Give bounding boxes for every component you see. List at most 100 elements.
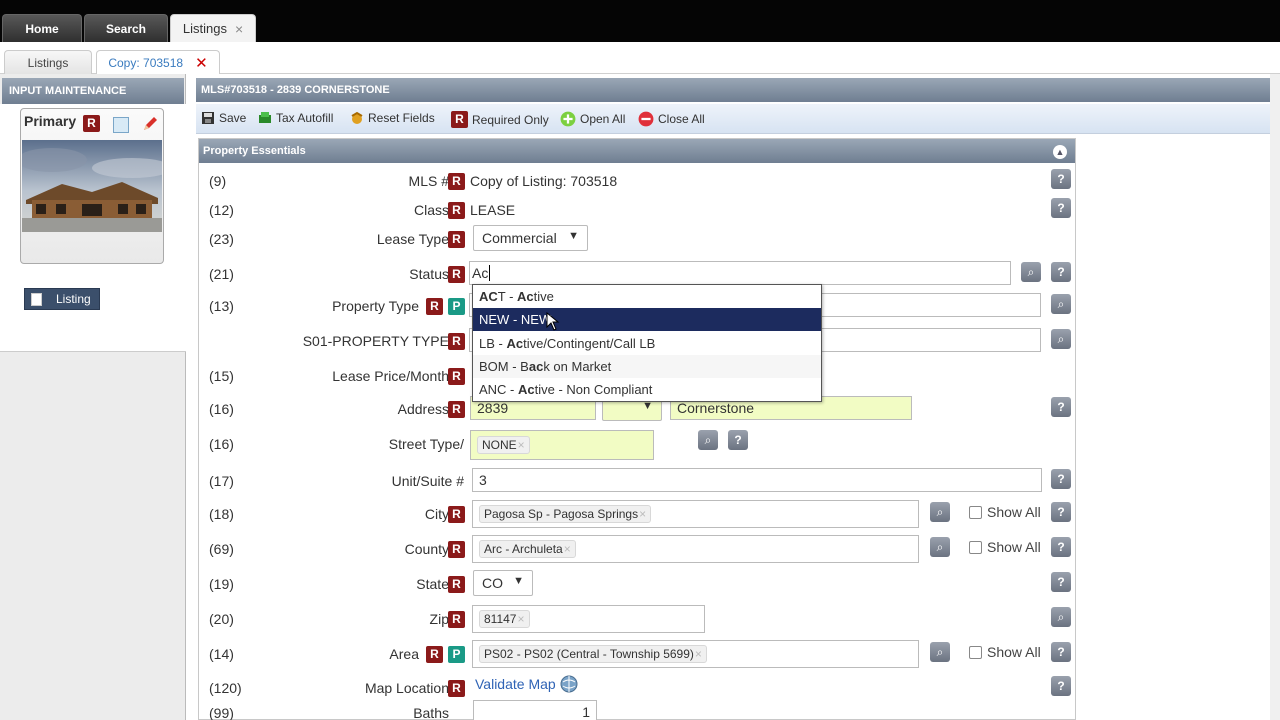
class-value: LEASE bbox=[470, 202, 516, 218]
status-option-anc[interactable]: ANC - Active - Non Compliant bbox=[473, 378, 821, 401]
gallery-icon[interactable] bbox=[113, 117, 129, 133]
status-autocomplete-dropdown: ACT - Active NEW - NEW LB - Active/Conti… bbox=[472, 284, 822, 402]
checkbox-icon[interactable] bbox=[969, 505, 982, 519]
remove-tag-icon[interactable]: × bbox=[639, 507, 646, 521]
collapse-icon[interactable]: ▲ bbox=[1053, 145, 1067, 159]
remove-tag-icon[interactable]: × bbox=[517, 612, 524, 626]
primary-photo-card[interactable]: Primary R bbox=[20, 108, 164, 264]
pencil-icon[interactable] bbox=[141, 115, 159, 133]
county-tag[interactable]: Arc - Archuleta× bbox=[479, 540, 576, 558]
section-header[interactable]: Property Essentials ▲ bbox=[199, 139, 1075, 163]
open-all-button[interactable]: Open All bbox=[560, 111, 625, 127]
city-tag[interactable]: Pagosa Sp - Pagosa Springs× bbox=[479, 505, 652, 523]
status-input[interactable]: Ac bbox=[469, 261, 1011, 285]
street-type-tag[interactable]: NONE× bbox=[477, 436, 530, 454]
help-icon[interactable]: ? bbox=[1051, 262, 1071, 282]
reset-fields-button[interactable]: Reset Fields bbox=[350, 111, 435, 125]
lease-type-select[interactable]: Commercial ▼ bbox=[473, 225, 588, 251]
tab-home[interactable]: Home bbox=[2, 14, 82, 42]
baths-input[interactable]: 1 bbox=[473, 700, 597, 720]
city-show-all-checkbox[interactable]: Show All bbox=[969, 504, 1041, 520]
remove-tag-icon[interactable]: × bbox=[695, 647, 702, 661]
field-label: Lease Price/Month bbox=[332, 368, 449, 384]
validate-map-link[interactable]: Validate Map bbox=[475, 676, 556, 692]
search-icon[interactable]: ⌕ bbox=[930, 537, 950, 557]
globe-icon[interactable] bbox=[559, 674, 579, 694]
search-icon[interactable]: ⌕ bbox=[1021, 262, 1041, 282]
subtab-copy[interactable]: Copy: 703518 ✕ bbox=[96, 50, 220, 74]
listing-nav-button[interactable]: Listing bbox=[24, 288, 100, 310]
required-badge: R bbox=[448, 368, 465, 385]
street-type-input[interactable]: NONE× bbox=[470, 430, 654, 460]
close-icon[interactable]: × bbox=[235, 21, 243, 37]
area-show-all-checkbox[interactable]: Show All bbox=[969, 644, 1041, 660]
status-option-act[interactable]: ACT - Active bbox=[473, 285, 821, 308]
tab-home-label: Home bbox=[25, 21, 59, 36]
required-badge: R bbox=[448, 333, 465, 350]
row-address: (16) Address R 2839 ▼ Cornerstone ? bbox=[199, 395, 1075, 431]
help-icon[interactable]: ? bbox=[728, 430, 748, 450]
search-icon[interactable]: ⌕ bbox=[698, 430, 718, 450]
city-input[interactable]: Pagosa Sp - Pagosa Springs× bbox=[472, 500, 919, 528]
state-select[interactable]: CO ▼ bbox=[473, 570, 533, 596]
field-label: Status bbox=[409, 266, 449, 282]
help-icon[interactable]: ? bbox=[1051, 676, 1071, 696]
option-text: T - bbox=[497, 289, 518, 304]
option-text: tive bbox=[533, 289, 554, 304]
help-icon[interactable]: ? bbox=[1051, 537, 1071, 557]
tax-autofill-button[interactable]: Tax Autofill bbox=[258, 111, 333, 125]
field-label: County bbox=[404, 541, 449, 557]
zip-input[interactable]: 81147× bbox=[472, 605, 705, 633]
tab-listings[interactable]: Listings × bbox=[170, 14, 256, 42]
required-badge: R bbox=[426, 298, 443, 315]
mouse-pointer-icon bbox=[546, 312, 560, 331]
status-option-lb[interactable]: LB - Active/Contingent/Call LB bbox=[473, 332, 821, 355]
chevron-down-icon: ▼ bbox=[568, 230, 579, 242]
help-icon[interactable]: ? bbox=[1051, 397, 1071, 417]
close-icon[interactable]: ✕ bbox=[195, 54, 208, 72]
save-button[interactable]: Save bbox=[201, 111, 246, 125]
tab-search[interactable]: Search bbox=[84, 14, 168, 42]
unit-input[interactable]: 3 bbox=[472, 468, 1042, 492]
search-icon[interactable]: ⌕ bbox=[1051, 329, 1071, 349]
field-number: (14) bbox=[209, 646, 234, 662]
subtab-listings[interactable]: Listings bbox=[4, 50, 92, 74]
tag-text: Pagosa Sp - Pagosa Springs bbox=[484, 507, 639, 521]
state-value: CO bbox=[482, 575, 503, 591]
public-badge: P bbox=[448, 646, 465, 663]
option-match: Ac bbox=[518, 382, 535, 397]
field-number: (17) bbox=[209, 473, 234, 489]
close-all-button[interactable]: Close All bbox=[638, 111, 705, 127]
zip-tag[interactable]: 81147× bbox=[479, 610, 530, 628]
tax-autofill-icon bbox=[259, 112, 271, 123]
search-icon[interactable]: ⌕ bbox=[930, 502, 950, 522]
checkbox-icon[interactable] bbox=[969, 540, 982, 554]
help-icon[interactable]: ? bbox=[1051, 169, 1071, 189]
page-scrollbar[interactable] bbox=[1270, 74, 1280, 720]
remove-tag-icon[interactable]: × bbox=[564, 542, 571, 556]
option-text: NEW - NEW bbox=[479, 312, 552, 327]
required-only-button[interactable]: R Required Only bbox=[451, 111, 549, 128]
help-icon[interactable]: ? bbox=[1051, 642, 1071, 662]
help-icon[interactable]: ? bbox=[1051, 572, 1071, 592]
status-option-bom[interactable]: BOM - Back on Market bbox=[473, 355, 821, 378]
search-icon[interactable]: ⌕ bbox=[930, 642, 950, 662]
status-option-new[interactable]: NEW - NEW bbox=[473, 308, 821, 331]
help-icon[interactable]: ? bbox=[1051, 198, 1071, 218]
checkbox-icon[interactable] bbox=[969, 645, 982, 659]
help-icon[interactable]: ? bbox=[1051, 502, 1071, 522]
chevron-down-icon: ▼ bbox=[513, 575, 524, 587]
public-badge: P bbox=[448, 298, 465, 315]
row-area: (14) Area R P PS02 - PS02 (Central - Tow… bbox=[199, 640, 1075, 676]
county-input[interactable]: Arc - Archuleta× bbox=[472, 535, 919, 563]
search-icon[interactable]: ⌕ bbox=[1051, 294, 1071, 314]
option-match: Ac bbox=[506, 336, 524, 351]
search-icon[interactable]: ⌕ bbox=[1051, 607, 1071, 627]
county-show-all-checkbox[interactable]: Show All bbox=[969, 539, 1041, 555]
area-input[interactable]: PS02 - PS02 (Central - Township 5699)× bbox=[472, 640, 919, 668]
panel-title: INPUT MAINTENANCE bbox=[2, 78, 184, 104]
help-icon[interactable]: ? bbox=[1051, 469, 1071, 489]
remove-tag-icon[interactable]: × bbox=[518, 438, 525, 452]
area-tag[interactable]: PS02 - PS02 (Central - Township 5699)× bbox=[479, 645, 707, 663]
tag-text: 81147 bbox=[484, 612, 517, 626]
